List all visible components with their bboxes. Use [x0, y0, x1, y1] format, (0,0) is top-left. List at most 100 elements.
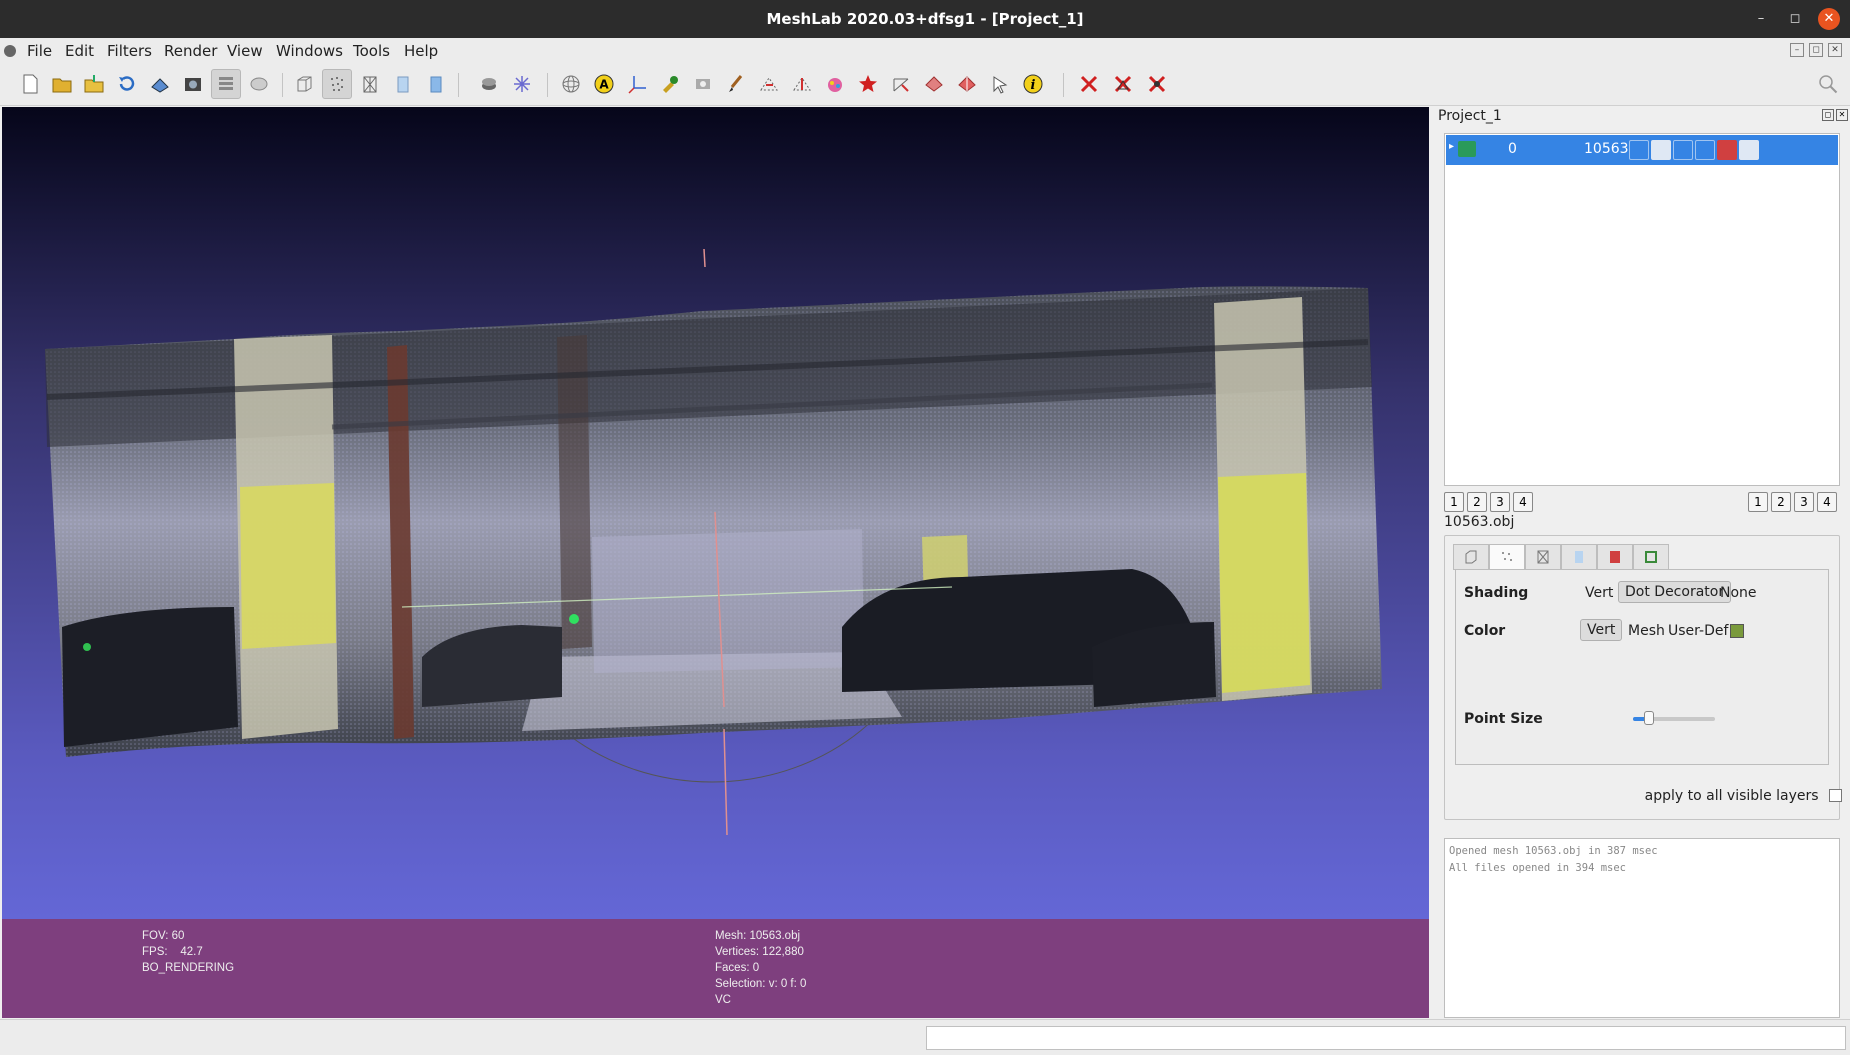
delete-vertices-icon[interactable]	[1074, 69, 1104, 99]
layer-row[interactable]: ▸ 0 10563	[1446, 135, 1838, 165]
view-1-button-right[interactable]: 1	[1748, 492, 1768, 512]
view-3-button-right[interactable]: 3	[1794, 492, 1814, 512]
paint-icon[interactable]	[721, 69, 751, 99]
raster-icon[interactable]	[244, 69, 274, 99]
color-vert-option[interactable]: Vert	[1580, 619, 1623, 641]
view-2-button-left[interactable]: 2	[1467, 492, 1487, 512]
viewport-info-bar: FOV: 60 FPS: 42.7 BO_RENDERING Mesh: 105…	[2, 919, 1429, 1018]
tab-bbox[interactable]	[1453, 544, 1489, 570]
layer-decorator-icon[interactable]	[1739, 140, 1759, 160]
point-size-slider[interactable]	[1633, 711, 1715, 725]
wireframe-icon[interactable]	[355, 69, 385, 99]
shading-vert-option[interactable]: Vert	[1585, 585, 1613, 601]
project-title: Project_1	[1438, 108, 1502, 124]
tab-decorators[interactable]	[1633, 544, 1669, 570]
menu-view[interactable]: View	[227, 42, 263, 60]
raster-align-icon[interactable]	[688, 69, 718, 99]
layer-panel: Project_1 ◻ ✕ ▸ 0 10563 1 2 3 4 1 2 3 4 …	[1434, 107, 1850, 1019]
toolbar-separator	[458, 73, 459, 97]
annotation-icon[interactable]: A	[589, 69, 619, 99]
user-color-swatch[interactable]	[1730, 624, 1744, 638]
point-size-label: Point Size	[1464, 711, 1543, 727]
select-region-icon[interactable]	[919, 69, 949, 99]
menu-tools[interactable]: Tools	[353, 42, 390, 60]
3d-viewport[interactable]	[2, 107, 1429, 919]
title-bar: MeshLab 2020.03+dfsg1 - [Project_1] – ◻ …	[0, 0, 1850, 38]
layer-wire-icon[interactable]	[1673, 140, 1693, 160]
layer-bbox-icon[interactable]	[1629, 140, 1649, 160]
menu-file[interactable]: File	[27, 42, 52, 60]
view-2-button-right[interactable]: 2	[1771, 492, 1791, 512]
tab-points[interactable]	[1489, 544, 1525, 570]
layers-icon[interactable]	[211, 69, 241, 99]
shading-none-option[interactable]: None	[1720, 585, 1757, 601]
expand-icon[interactable]: ▸	[1449, 141, 1454, 152]
flat-shading-icon[interactable]	[388, 69, 418, 99]
view-1-button-left[interactable]: 1	[1444, 492, 1464, 512]
z-painting-icon[interactable]	[820, 69, 850, 99]
mdi-minimize-icon[interactable]: –	[1790, 43, 1804, 57]
info-icon[interactable]: i	[1018, 69, 1048, 99]
georef-icon[interactable]	[853, 69, 883, 99]
delete-faces-icon[interactable]	[1108, 69, 1138, 99]
measure-icon[interactable]	[886, 69, 916, 99]
reload-icon[interactable]	[112, 69, 142, 99]
log-panel: Opened mesh 10563.obj in 387 msec All fi…	[1444, 838, 1840, 1018]
app-icon[interactable]	[4, 45, 16, 57]
mesh-name-text: Mesh: 10563.obj	[715, 930, 801, 942]
open-project-icon[interactable]	[47, 69, 77, 99]
snapshot-icon[interactable]	[178, 69, 208, 99]
color-mode-icon[interactable]	[507, 69, 537, 99]
menu-help[interactable]: Help	[404, 42, 438, 60]
axes-icon[interactable]	[622, 69, 652, 99]
view-3-button-left[interactable]: 3	[1490, 492, 1510, 512]
float-panel-icon[interactable]: ◻	[1822, 109, 1834, 121]
select-faces-icon[interactable]	[754, 69, 784, 99]
export-mesh-icon[interactable]	[145, 69, 175, 99]
manipulator-icon[interactable]	[952, 69, 982, 99]
apply-all-checkbox[interactable]	[1829, 789, 1842, 802]
new-project-icon[interactable]	[15, 69, 45, 99]
color-mesh-option[interactable]: Mesh	[1628, 623, 1665, 639]
points-render-icon[interactable]	[322, 69, 352, 99]
smooth-shading-icon[interactable]	[421, 69, 451, 99]
tab-wireframe[interactable]	[1525, 544, 1561, 570]
mesh-file-label: 10563.obj	[1444, 514, 1515, 530]
menu-filters[interactable]: Filters	[107, 42, 152, 60]
select-vertices-icon[interactable]	[655, 69, 685, 99]
color-user-def-option[interactable]: User-Def	[1668, 623, 1728, 639]
menu-edit[interactable]: Edit	[65, 42, 94, 60]
visibility-eye-icon[interactable]	[1458, 141, 1476, 157]
layer-points-icon[interactable]	[1651, 140, 1671, 160]
shading-dot-decorator-option[interactable]: Dot Decorator	[1618, 581, 1732, 603]
layer-shading-icon[interactable]	[1695, 140, 1715, 160]
shading-label: Shading	[1464, 585, 1529, 601]
menu-windows[interactable]: Windows	[276, 42, 343, 60]
close-button[interactable]: ✕	[1818, 8, 1840, 30]
point-size-slider-handle[interactable]	[1644, 711, 1655, 725]
delete-all-icon[interactable]	[1142, 69, 1172, 99]
tab-shading[interactable]	[1561, 544, 1597, 570]
close-panel-icon[interactable]: ✕	[1836, 109, 1848, 121]
fov-text: FOV: 60	[142, 930, 185, 942]
maximize-button[interactable]: ◻	[1784, 8, 1806, 30]
bounding-box-icon[interactable]	[289, 69, 319, 99]
search-icon[interactable]	[1813, 69, 1843, 99]
import-mesh-icon[interactable]	[79, 69, 109, 99]
minimize-button[interactable]: –	[1750, 8, 1772, 30]
lighting-icon[interactable]	[474, 69, 504, 99]
point-cloud-render	[45, 248, 1382, 836]
svg-text:i: i	[1031, 78, 1036, 93]
render-mode-text: BO_RENDERING	[142, 962, 235, 974]
svg-text:A: A	[599, 78, 609, 92]
tab-texture[interactable]	[1597, 544, 1633, 570]
mdi-close-icon[interactable]: ✕	[1828, 43, 1842, 57]
trackball-icon[interactable]	[556, 69, 586, 99]
layer-texture-icon[interactable]	[1717, 140, 1737, 160]
mdi-restore-icon[interactable]: ◻	[1809, 43, 1823, 57]
pick-points-icon[interactable]	[985, 69, 1015, 99]
menu-render[interactable]: Render	[164, 42, 217, 60]
connected-select-icon[interactable]	[787, 69, 817, 99]
view-4-button-right[interactable]: 4	[1817, 492, 1837, 512]
view-4-button-left[interactable]: 4	[1513, 492, 1533, 512]
